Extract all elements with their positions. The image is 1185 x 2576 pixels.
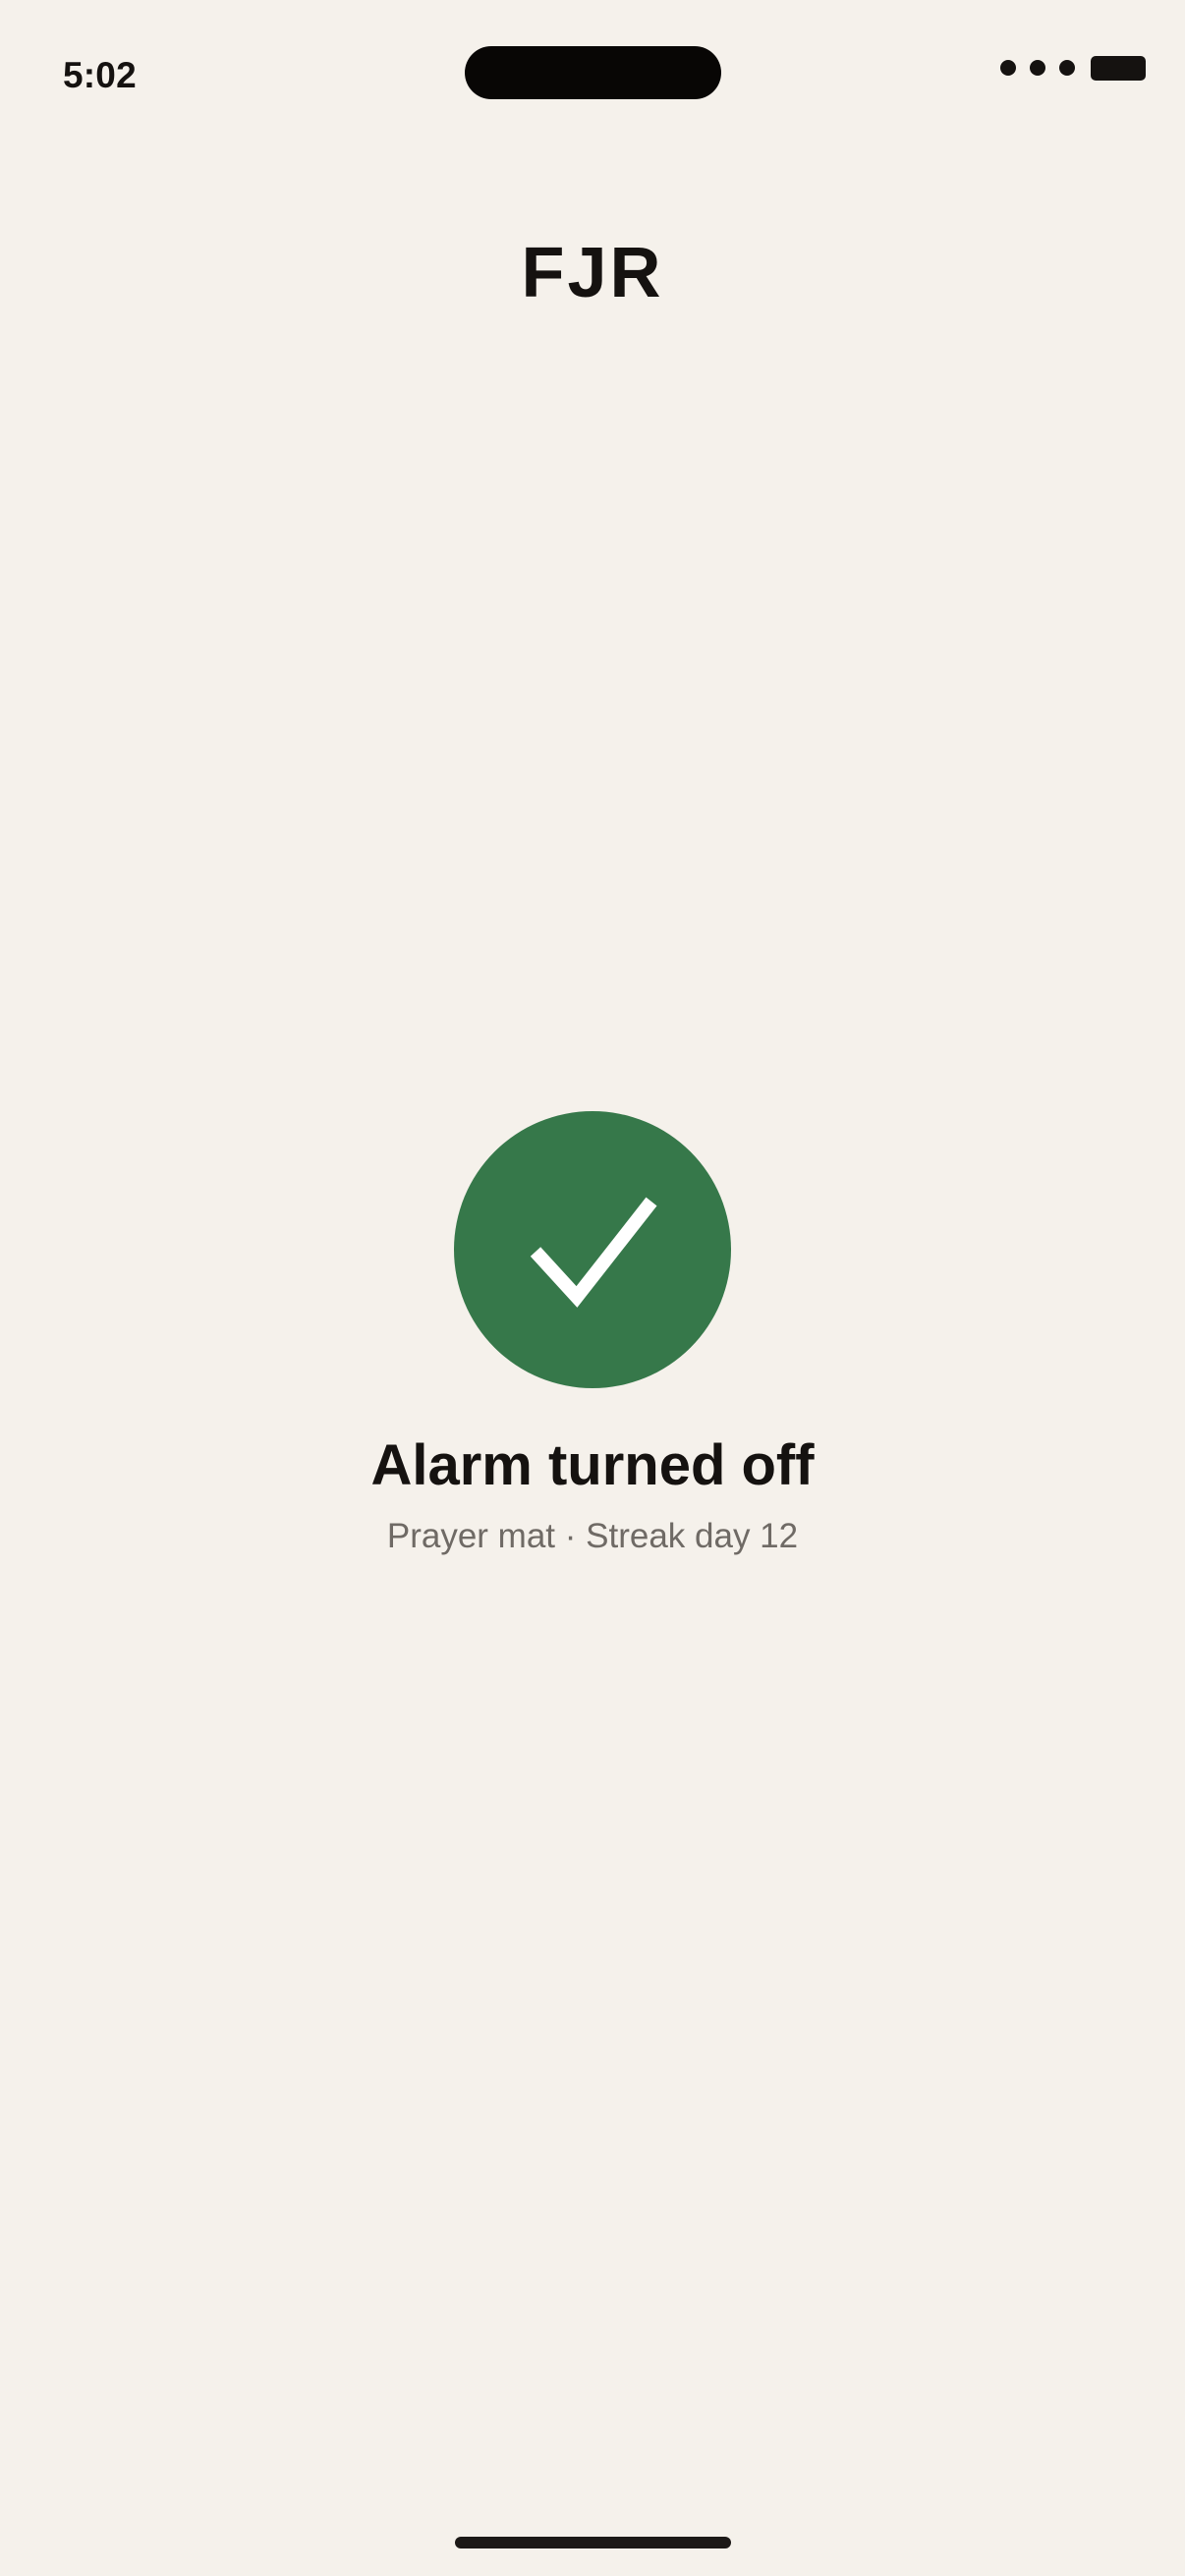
status-time: 5:02 bbox=[63, 55, 137, 95]
app-title: FJR bbox=[521, 234, 664, 312]
signal-dot-icon bbox=[1059, 60, 1075, 76]
status-indicators bbox=[1000, 55, 1146, 81]
battery-icon bbox=[1091, 55, 1146, 81]
dynamic-island bbox=[465, 46, 721, 99]
home-indicator[interactable] bbox=[455, 2537, 731, 2548]
confirmation-subtitle: Prayer mat · Streak day 12 bbox=[386, 1517, 799, 1555]
checkmark-icon bbox=[530, 1197, 657, 1308]
success-check-badge bbox=[454, 1111, 731, 1388]
signal-dot-icon bbox=[1000, 60, 1016, 76]
confirmation-title: Alarm turned off bbox=[370, 1433, 815, 1497]
signal-dot-icon bbox=[1030, 60, 1045, 76]
